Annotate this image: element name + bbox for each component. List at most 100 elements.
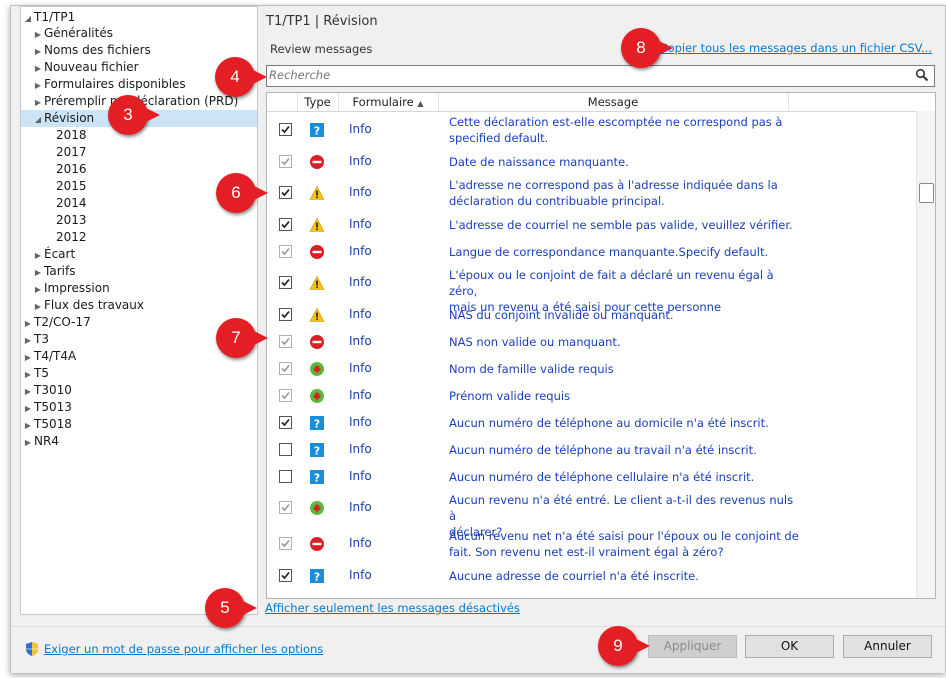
tree-item[interactable]: ▶ Noms des fichiers xyxy=(33,42,151,59)
expanded-arrow-icon[interactable]: ◢ xyxy=(33,111,43,128)
cancel-button[interactable]: Annuler xyxy=(843,635,932,658)
message-row[interactable]: Info L'adresse ne correspond pas à l'adre… xyxy=(267,175,917,211)
require-password-link[interactable]: Exiger un mot de passe pour afficher les… xyxy=(24,641,323,657)
row-checkbox[interactable] xyxy=(279,537,292,550)
collapsed-arrow-icon[interactable]: ▶ xyxy=(33,26,43,43)
message-row[interactable]: ? Info Aucun numéro de téléphone cellulair… xyxy=(267,463,917,490)
collapsed-arrow-icon[interactable]: ▶ xyxy=(33,77,43,94)
tree-item[interactable]: ▶ Écart xyxy=(33,246,75,263)
collapsed-arrow-icon[interactable]: ▶ xyxy=(23,315,33,332)
row-message[interactable]: NAS du conjoint invalide ou manquant. xyxy=(449,307,799,323)
collapsed-arrow-icon[interactable]: ▶ xyxy=(33,247,43,264)
tree-item[interactable]: ▶ Formulaires disponibles xyxy=(33,76,186,93)
tree-item[interactable]: ▶ Généralités xyxy=(33,25,113,42)
tree-item-top[interactable]: ▶ T2/CO-17 xyxy=(23,314,91,331)
row-checkbox[interactable] xyxy=(279,501,292,514)
row-checkbox[interactable] xyxy=(279,443,292,456)
tree-item[interactable]: 2013 xyxy=(45,212,87,229)
message-row[interactable]: Info Langue de correspondance manquante.S… xyxy=(267,238,917,265)
row-message[interactable]: Aucune adresse de courriel n'a été inscr… xyxy=(449,568,799,584)
copy-messages-csv-link[interactable]: Copier tous les messages dans un fichier… xyxy=(660,41,932,55)
tree-item[interactable]: 2015 xyxy=(45,178,87,195)
message-row[interactable]: Info NAS non valide ou manquant. xyxy=(267,328,917,355)
row-message[interactable]: Aucun numéro de téléphone au travail n'a… xyxy=(449,442,799,458)
row-message[interactable]: Aucun numéro de téléphone au domicile n'… xyxy=(449,415,799,431)
row-checkbox[interactable] xyxy=(279,470,292,483)
message-row[interactable]: Info Prénom valide requis xyxy=(267,382,917,409)
row-message[interactable]: Date de naissance manquante. xyxy=(449,154,799,170)
tree-item-top[interactable]: ▶ NR4 xyxy=(23,433,59,450)
row-message[interactable]: Cette déclaration est-elle escomptée ne … xyxy=(449,114,799,146)
row-checkbox[interactable] xyxy=(279,218,292,231)
row-message[interactable]: Prénom valide requis xyxy=(449,388,799,404)
collapsed-arrow-icon[interactable]: ▶ xyxy=(23,383,33,400)
tree-item-top[interactable]: ▶ T3 xyxy=(23,331,49,348)
tree-item[interactable]: 2017 xyxy=(45,144,87,161)
message-row[interactable]: ? Info Aucun numéro de téléphone au travai… xyxy=(267,436,917,463)
row-checkbox[interactable] xyxy=(279,569,292,582)
tree-item-top[interactable]: ▶ T5018 xyxy=(23,416,72,433)
collapsed-arrow-icon[interactable]: ▶ xyxy=(33,94,43,111)
collapsed-arrow-icon[interactable]: ▶ xyxy=(33,281,43,298)
row-message[interactable]: L'adresse de courriel ne semble pas vali… xyxy=(449,217,799,233)
tree-item-top[interactable]: ▶ T4/T4A xyxy=(23,348,76,365)
tree-item-top[interactable]: ▶ T5 xyxy=(23,365,49,382)
row-message[interactable]: L'adresse ne correspond pas à l'adresse … xyxy=(449,177,799,209)
message-row[interactable]: Info Date de naissance manquante. xyxy=(267,148,917,175)
show-disabled-messages-link[interactable]: Afficher seulement les messages désactiv… xyxy=(265,601,520,615)
tree-item[interactable]: ▶ Tarifs xyxy=(33,263,76,281)
collapsed-arrow-icon[interactable]: ▶ xyxy=(23,434,33,451)
header-message[interactable]: Message xyxy=(438,93,789,111)
collapsed-arrow-icon[interactable]: ▶ xyxy=(33,298,43,315)
row-checkbox[interactable] xyxy=(279,276,292,289)
collapsed-arrow-icon[interactable]: ▶ xyxy=(23,417,33,434)
message-row[interactable]: Info Aucun revenu n'a été entré. Le clien… xyxy=(267,490,917,539)
tree-item[interactable]: 2016 xyxy=(45,161,87,178)
vertical-scrollbar[interactable] xyxy=(916,111,935,598)
tree-item-top[interactable]: ▶ T5013 xyxy=(23,399,72,416)
collapsed-arrow-icon[interactable]: ▶ xyxy=(33,60,43,77)
row-checkbox[interactable] xyxy=(279,335,292,348)
ok-button[interactable]: OK xyxy=(745,635,834,658)
row-checkbox[interactable] xyxy=(279,362,292,375)
message-row[interactable]: Info Aucun revenu net n'a été saisi pour … xyxy=(267,526,917,562)
row-checkbox[interactable] xyxy=(279,416,292,429)
expanded-arrow-icon[interactable]: ◢ xyxy=(23,10,33,27)
tree-item[interactable]: ▶ Impression xyxy=(33,280,110,297)
message-row[interactable]: Info NAS du conjoint invalide ou manquant… xyxy=(267,301,917,328)
tree-item[interactable]: 2014 xyxy=(45,195,87,212)
collapsed-arrow-icon[interactable]: ▶ xyxy=(23,366,33,383)
message-row[interactable]: Info L'adresse de courriel ne semble pas … xyxy=(267,211,917,238)
message-row[interactable]: ? Info Cette déclaration est-elle escompté… xyxy=(267,112,917,148)
header-form[interactable]: Formulaire ▲ xyxy=(338,93,439,111)
collapsed-arrow-icon[interactable]: ▶ xyxy=(23,332,33,349)
row-checkbox[interactable] xyxy=(279,186,292,199)
apply-button[interactable]: Appliquer xyxy=(648,635,737,658)
collapsed-arrow-icon[interactable]: ▶ xyxy=(33,43,43,60)
collapsed-arrow-icon[interactable]: ▶ xyxy=(33,264,43,281)
collapsed-arrow-icon[interactable]: ▶ xyxy=(23,349,33,366)
search-input[interactable] xyxy=(267,66,899,84)
header-type[interactable]: Type xyxy=(297,93,339,111)
message-row[interactable]: ? Info Aucun numéro de téléphone au domici… xyxy=(267,409,917,436)
tree-item-root[interactable]: ◢ T1/TP1 xyxy=(23,9,75,26)
message-row[interactable]: Info L'époux ou le conjoint de fait a déc… xyxy=(267,265,917,314)
scrollbar-thumb[interactable] xyxy=(919,183,934,203)
tree-item[interactable]: 2012 xyxy=(45,229,87,246)
row-checkbox[interactable] xyxy=(279,389,292,402)
row-message[interactable]: Aucun revenu net n'a été saisi pour l'ép… xyxy=(449,528,799,560)
row-checkbox[interactable] xyxy=(279,123,292,136)
tree-item[interactable]: 2018 xyxy=(45,127,87,144)
tree-item-top[interactable]: ▶ T3010 xyxy=(23,382,72,399)
tree-item[interactable]: ▶ Nouveau fichier xyxy=(33,59,139,76)
row-message[interactable]: Langue de correspondance manquante.Speci… xyxy=(449,244,799,260)
row-checkbox[interactable] xyxy=(279,308,292,321)
row-message[interactable]: NAS non valide ou manquant. xyxy=(449,334,799,350)
message-row[interactable]: ? Info Aucune adresse de courriel n'a été … xyxy=(267,562,917,589)
row-checkbox[interactable] xyxy=(279,155,292,168)
collapsed-arrow-icon[interactable]: ▶ xyxy=(23,400,33,417)
message-row[interactable]: Info Nom de famille valide requis xyxy=(267,355,917,382)
row-message[interactable]: Aucun numéro de téléphone cellulaire n'a… xyxy=(449,469,799,485)
row-message[interactable]: Nom de famille valide requis xyxy=(449,361,799,377)
search-icon[interactable] xyxy=(915,68,929,82)
